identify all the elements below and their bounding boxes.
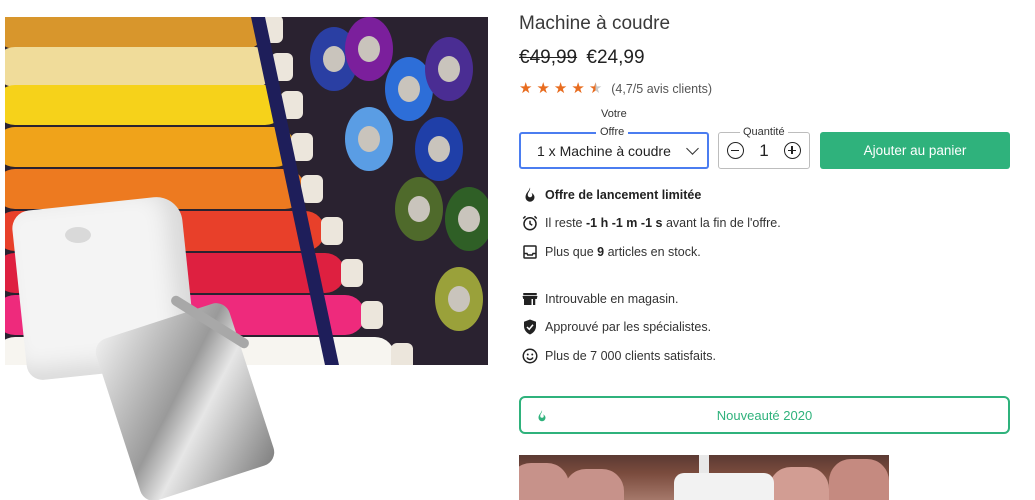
feature-countdown: Il reste -1 h -1 m -1 s avant la fin de … (521, 214, 781, 232)
stock-count: 9 (597, 245, 605, 259)
feature-launch-offer: Offre de lancement limitée (521, 186, 701, 204)
verified-shield-icon (524, 319, 536, 335)
alarm-clock-icon (522, 215, 538, 231)
decrease-quantity-button[interactable] (727, 142, 744, 159)
inbox-icon (523, 245, 537, 259)
product-demo-photo (519, 455, 889, 500)
star-icon: ★ (571, 80, 585, 97)
product-image (5, 17, 488, 500)
star-icon: ★ (553, 80, 568, 97)
product-title: Machine à coudre (519, 13, 671, 34)
fire-icon (525, 187, 535, 202)
smiley-icon (522, 348, 538, 364)
quantity-value[interactable]: 1 (759, 141, 768, 161)
price-block: €49,99 €24,99 (519, 47, 645, 69)
star-icon: ★ (519, 80, 533, 97)
countdown-seconds: -1 s (640, 216, 663, 230)
feature-approved: Approuvé par les spécialistes. (521, 318, 711, 336)
old-price: €49,99 (519, 47, 578, 68)
feature-stock: Plus que 9 articles en stock. (521, 243, 701, 261)
feature-clients: Plus de 7 000 clients satisfaits. (521, 347, 716, 365)
half-star-icon: ★ (588, 80, 603, 97)
star-icon: ★ (536, 80, 550, 97)
quantity-label: Quantité (740, 126, 788, 138)
rating: ★ ★ ★ ★ ★ (4,7/5 avis clients) (519, 81, 712, 97)
stock-suffix: articles en stock. (607, 245, 701, 259)
rating-text: (4,7/5 avis clients) (611, 82, 712, 96)
chevron-down-icon (686, 142, 699, 155)
launch-offer-text: Offre de lancement limitée (545, 188, 702, 202)
rating-stars: ★ ★ ★ ★ ★ (519, 81, 606, 97)
store-icon (522, 293, 538, 305)
countdown-suffix: avant la fin de l'offre. (665, 216, 781, 230)
increase-quantity-button[interactable] (784, 142, 801, 159)
stock-prefix: Plus que (545, 245, 594, 259)
offer-selected-value: 1 x Machine à coudre (537, 142, 671, 159)
fire-icon (538, 410, 546, 422)
clients-text: Plus de 7 000 clients satisfaits. (545, 349, 716, 363)
store-text: Introuvable en magasin. (545, 292, 679, 306)
offer-label: Offre (596, 126, 629, 138)
badge-label: Nouveauté 2020 (716, 407, 813, 423)
current-price: €24,99 (586, 47, 645, 68)
new-2020-badge: Nouveauté 2020 (519, 396, 1010, 434)
feature-store: Introuvable en magasin. (521, 290, 678, 308)
countdown-hours: -1 h (586, 216, 609, 230)
approved-text: Approuvé par les spécialistes. (545, 320, 712, 334)
countdown-prefix: Il reste (545, 216, 583, 230)
add-to-cart-button[interactable]: Ajouter au panier (820, 132, 1010, 169)
countdown-minutes: -1 m (611, 216, 638, 230)
offer-label-top: Votre (601, 108, 627, 120)
